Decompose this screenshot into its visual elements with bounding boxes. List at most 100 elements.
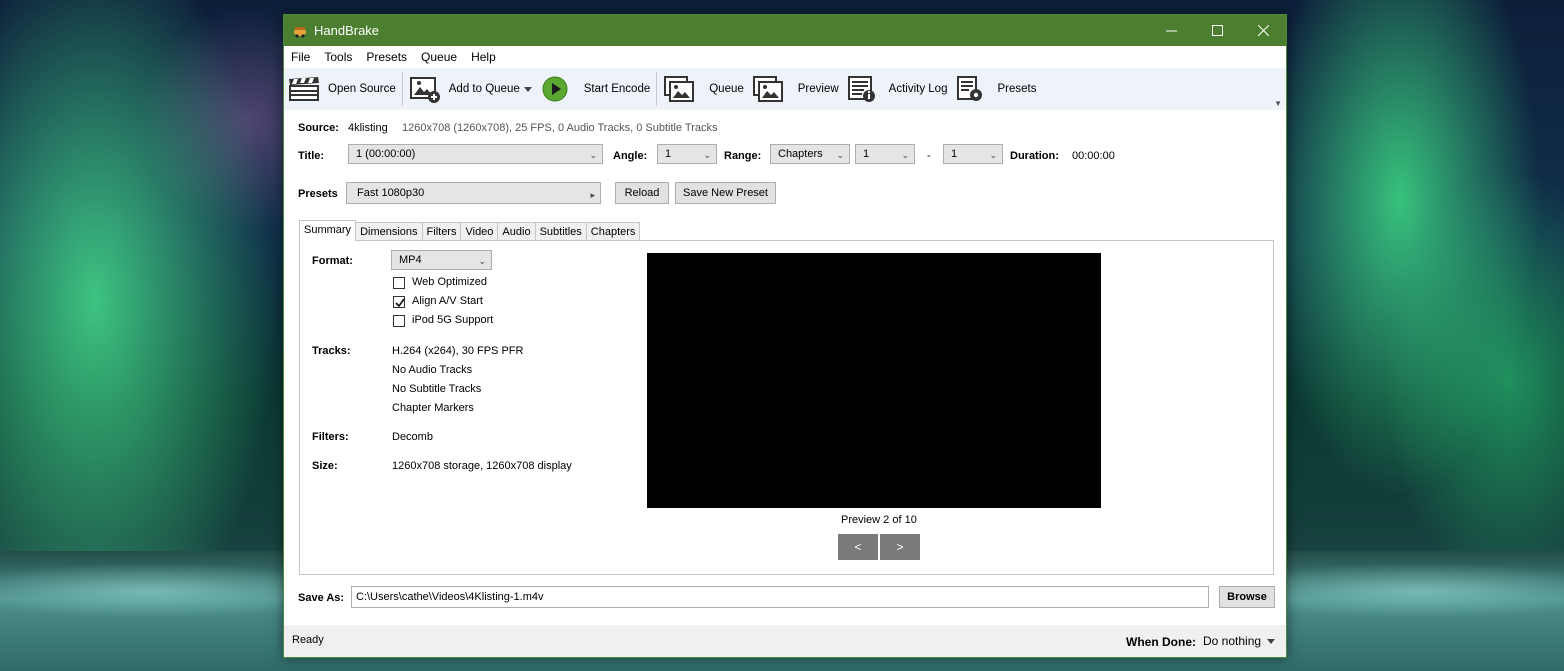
maximize-button[interactable]	[1194, 15, 1240, 46]
add-to-queue-label: Add to Queue	[448, 83, 520, 95]
save-as-path-value: C:\Users\cathe\Videos\4Klisting-1.m4v	[356, 591, 544, 603]
tab-strip: Summary Dimensions Filters Video Audio S…	[299, 220, 641, 241]
reload-button[interactable]: Reload	[615, 182, 669, 204]
presets-row-label: Presets	[298, 188, 338, 200]
presets-label: Presets	[997, 83, 1037, 95]
start-encode-label: Start Encode	[583, 83, 651, 95]
add-to-queue-dropdown[interactable]	[523, 71, 538, 107]
menu-file[interactable]: File	[284, 46, 317, 68]
activity-log-label: Activity Log	[888, 83, 948, 95]
size-label: Size:	[312, 460, 338, 472]
tab-dimensions[interactable]: Dimensions	[355, 222, 423, 241]
tab-subtitles[interactable]: Subtitles	[534, 222, 587, 241]
save-as-label: Save As:	[298, 592, 345, 604]
status-bar: Ready When Done: Do nothing	[284, 625, 1286, 657]
preset-selector-value: Fast 1080p30	[357, 187, 425, 199]
menu-bar: File Tools Presets Queue Help	[284, 46, 1286, 68]
web-optimized-label: Web Optimized	[412, 276, 487, 288]
source-info: 1260x708 (1260x708), 25 FPS, 0 Audio Tra…	[402, 122, 718, 134]
format-label: Format:	[312, 255, 353, 267]
tab-audio[interactable]: Audio	[497, 222, 536, 241]
close-icon	[1257, 25, 1269, 36]
add-to-queue-button[interactable]: Add to Queue	[405, 71, 524, 107]
dropdown-arrow-icon	[1267, 639, 1276, 645]
range-type-value: Chapters	[778, 148, 823, 160]
presets-settings-icon	[957, 76, 983, 101]
track-chapters: Chapter Markers	[392, 402, 474, 414]
size-value: 1260x708 storage, 1260x708 display	[392, 460, 572, 472]
browse-button[interactable]: Browse	[1219, 586, 1275, 608]
angle-select-value: 1	[665, 148, 672, 160]
range-start-value: 1	[863, 148, 870, 160]
activity-log-button[interactable]: Activity Log	[843, 71, 952, 107]
when-done-value: Do nothing	[1203, 634, 1262, 648]
tab-summary[interactable]: Summary	[299, 220, 357, 241]
align-av-start-checkbox[interactable]	[393, 296, 405, 308]
when-done-label: When Done:	[1126, 635, 1196, 649]
close-button[interactable]	[1240, 15, 1286, 46]
toolbar-divider	[656, 72, 658, 106]
menu-presets[interactable]: Presets	[359, 46, 414, 68]
web-optimized-checkbox[interactable]	[393, 277, 405, 289]
clapperboard-icon	[289, 77, 319, 101]
dropdown-arrow-icon	[523, 86, 532, 92]
title-select-value: 1 (00:00:00)	[356, 148, 416, 160]
preview-caption: Preview 2 of 10	[841, 514, 917, 526]
duration-value: 00:00:00	[1072, 150, 1115, 162]
preview-image	[647, 253, 1101, 508]
preview-label: Preview	[797, 83, 839, 95]
menu-queue[interactable]: Queue	[414, 46, 464, 68]
tracks-label: Tracks:	[312, 345, 351, 357]
range-dash: -	[927, 150, 931, 162]
queue-button[interactable]: Queue	[659, 71, 748, 107]
tab-chapters[interactable]: Chapters	[585, 222, 641, 241]
angle-select[interactable]: 1 ⌄	[657, 144, 717, 164]
format-select-value: MP4	[399, 254, 422, 266]
checkmark-icon	[395, 298, 405, 308]
track-video: H.264 (x264), 30 FPS PFR	[392, 345, 524, 357]
window-title: HandBrake	[314, 23, 380, 38]
source-label: Source:	[298, 122, 339, 134]
tab-filters[interactable]: Filters	[421, 222, 462, 241]
add-image-icon	[409, 77, 440, 103]
open-source-button[interactable]: Open Source	[284, 71, 400, 107]
range-type-select[interactable]: Chapters ⌄	[770, 144, 850, 164]
play-icon	[542, 76, 568, 102]
preview-button[interactable]: Preview	[748, 71, 843, 107]
main-content: Source: 4klisting 1260x708 (1260x708), 2…	[284, 110, 1286, 625]
minimize-button[interactable]	[1148, 15, 1194, 46]
status-text: Ready	[292, 634, 324, 646]
format-select[interactable]: MP4 ⌄	[391, 250, 492, 270]
title-label: Title:	[298, 150, 325, 162]
when-done-select[interactable]: Do nothing	[1203, 631, 1276, 651]
toolbar-divider	[401, 72, 403, 106]
presets-button[interactable]: Presets	[951, 71, 1040, 107]
previous-preview-button[interactable]: <	[838, 534, 878, 560]
tab-video[interactable]: Video	[460, 222, 499, 241]
chevron-down-icon: ⌄	[836, 150, 844, 160]
save-as-path-input[interactable]: C:\Users\cathe\Videos\4Klisting-1.m4v	[351, 586, 1209, 608]
queue-icon	[664, 76, 695, 102]
track-subtitles: No Subtitle Tracks	[392, 383, 482, 395]
menu-tools[interactable]: Tools	[317, 46, 359, 68]
toolbar-overflow-icon[interactable]: ▼	[1274, 99, 1282, 108]
maximize-icon	[1211, 25, 1223, 36]
handbrake-window: HandBrake File Tools Presets Queue Help	[283, 14, 1287, 658]
title-select[interactable]: 1 (00:00:00) ⌄	[348, 144, 603, 164]
minimize-icon	[1165, 30, 1177, 32]
range-end-select[interactable]: 1 ⌄	[943, 144, 1003, 164]
menu-help[interactable]: Help	[464, 46, 503, 68]
start-encode-button[interactable]: Start Encode	[538, 71, 654, 107]
chevron-down-icon: ⌄	[989, 150, 997, 160]
chevron-down-icon: ⌄	[478, 256, 486, 266]
preset-selector[interactable]: Fast 1080p30 ▸	[346, 182, 601, 204]
source-name: 4klisting	[348, 122, 388, 134]
ipod-5g-support-checkbox[interactable]	[393, 315, 405, 327]
handbrake-logo-icon	[294, 26, 306, 38]
toolbar: Open Source Add to Queue Start Encode Qu…	[284, 68, 1286, 110]
next-preview-button[interactable]: >	[880, 534, 920, 560]
save-new-preset-button[interactable]: Save New Preset	[675, 182, 776, 204]
filters-value: Decomb	[392, 431, 433, 443]
range-start-select[interactable]: 1 ⌄	[855, 144, 915, 164]
range-end-value: 1	[951, 148, 958, 160]
